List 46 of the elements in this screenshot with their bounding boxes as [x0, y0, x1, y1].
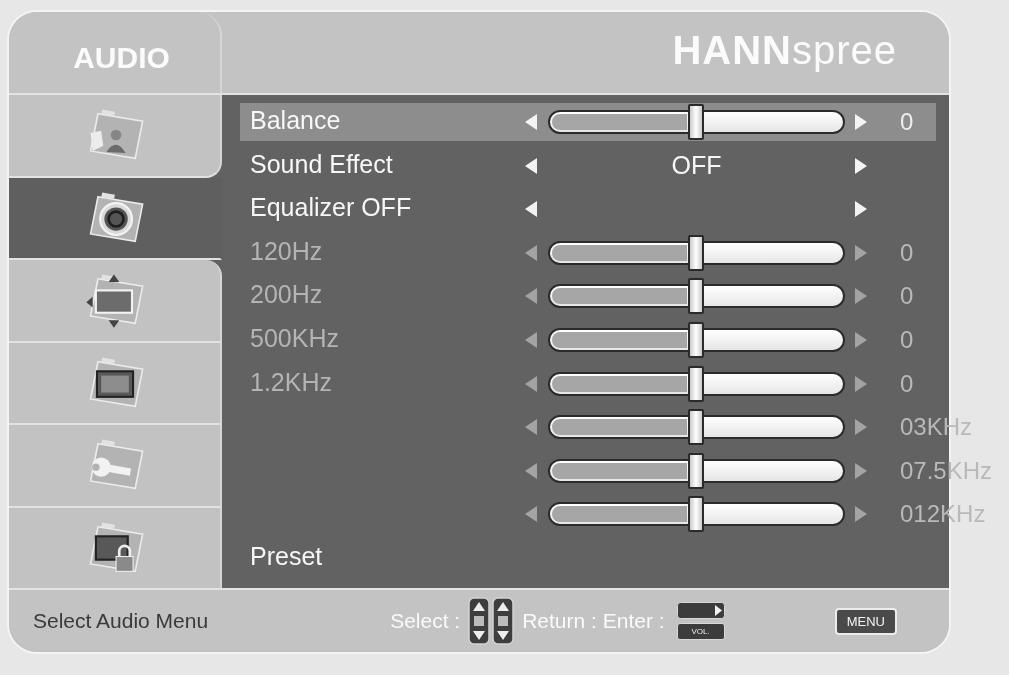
status-hint: Select Audio Menu: [33, 608, 209, 635]
right-arrow-icon: [855, 114, 867, 130]
right-arrow-icon: [855, 244, 867, 261]
right-arrow-icon: [855, 288, 867, 305]
left-arrow-icon: [525, 114, 537, 130]
setting-label: Equalizer OFF: [250, 193, 412, 222]
slider-thumb[interactable]: [687, 104, 704, 140]
right-arrow-icon: [855, 157, 867, 174]
setting-value: 0: [900, 327, 914, 352]
right-arrow-icon: [855, 201, 867, 218]
menu-row[interactable]: Balance 0: [240, 103, 936, 141]
menu-row[interactable]: Preset: [240, 538, 936, 577]
brand-logo: HANNspree: [672, 29, 897, 70]
right-arrow-icon: [855, 331, 867, 348]
setting-label: 500KHz: [250, 323, 339, 352]
left-arrow-icon: [525, 288, 537, 305]
setting-value: 0: [900, 284, 914, 309]
arrow-keys-icon: [468, 597, 515, 645]
left-arrow-icon: [525, 506, 537, 523]
left-arrow-icon: [525, 419, 537, 436]
setting-label: 200Hz: [250, 280, 323, 309]
setting-value: 0: [900, 240, 914, 265]
left-arrow-icon: [525, 201, 537, 218]
right-arrow-icon: [855, 419, 867, 436]
left-arrow-icon: [525, 157, 537, 174]
setting-label: Sound Effect: [250, 149, 393, 178]
menu-title: AUDIO: [73, 42, 170, 73]
enter-key-icon: [676, 602, 725, 619]
menu-row[interactable]: Equalizer OFF: [240, 190, 936, 229]
left-arrow-icon: [525, 244, 537, 261]
right-arrow-icon: [855, 462, 867, 479]
menu-row[interactable]: Sound Effect OFF: [240, 146, 936, 185]
left-arrow-icon: [525, 375, 537, 392]
menu-key: MENU: [834, 607, 897, 635]
right-arrow-icon: [855, 506, 867, 523]
setting-value: 0: [900, 110, 914, 134]
setting-label: Preset: [250, 541, 323, 570]
setting-value: 0: [900, 371, 914, 396]
option-value: OFF: [671, 153, 722, 179]
left-arrow-icon: [525, 331, 537, 348]
left-arrow-icon: [525, 462, 537, 479]
setting-label: 120Hz: [250, 236, 323, 265]
setting-label: 1.2KHz: [250, 367, 332, 396]
right-arrow-icon: [855, 375, 867, 392]
setting-label: Balance: [250, 106, 341, 134]
volume-key: VOL.: [676, 623, 725, 640]
